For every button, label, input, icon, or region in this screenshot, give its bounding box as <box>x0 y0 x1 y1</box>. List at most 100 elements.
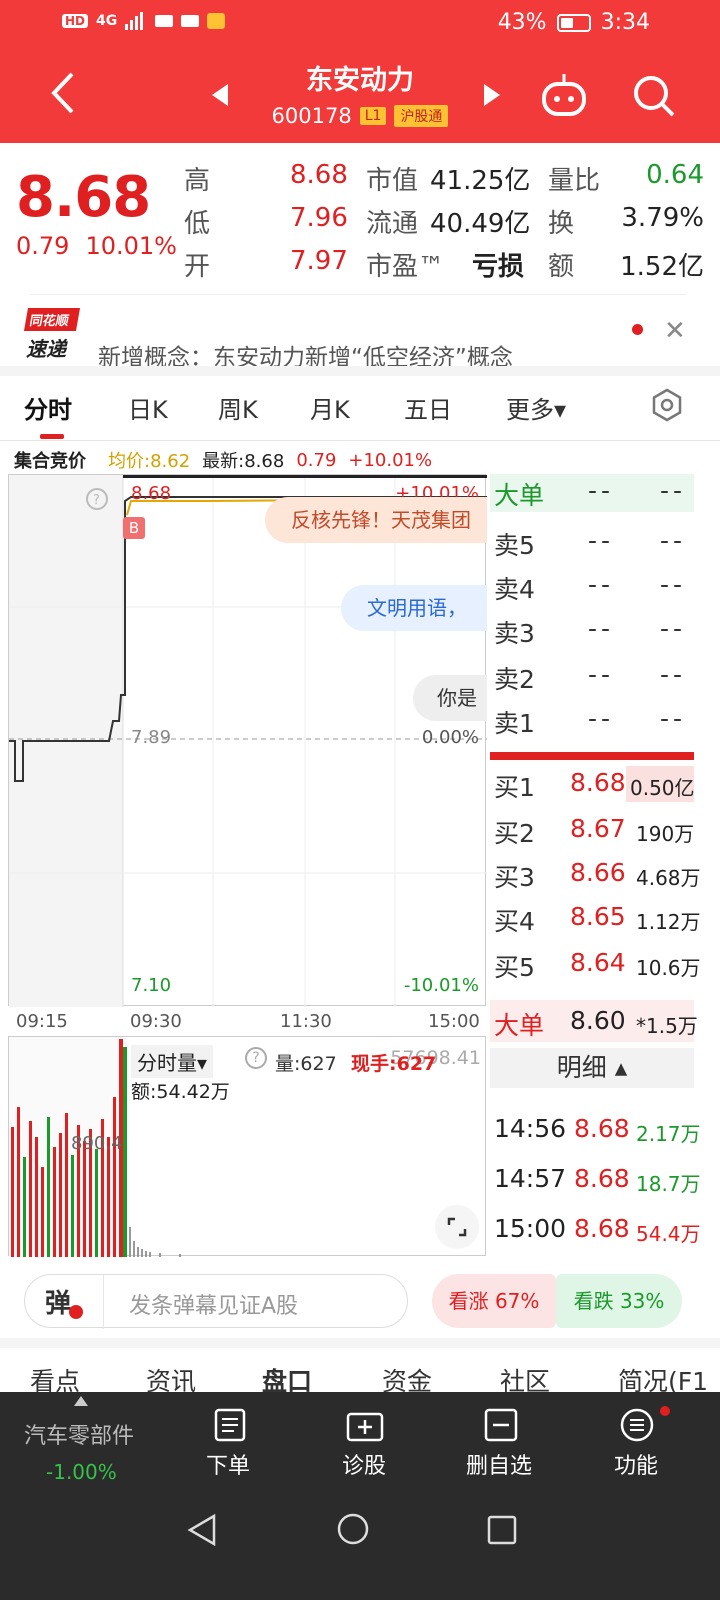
bid-volume: 1.12万 <box>636 910 701 934</box>
detail-tab-label: 明细 ▴ <box>556 1053 628 1082</box>
search-icon[interactable] <box>632 74 676 118</box>
danmu-placeholder: 发条弹幕见证A股 <box>129 1294 299 1319</box>
intraday-volume-bars <box>129 1227 181 1257</box>
ask-volume: -- <box>660 660 687 689</box>
function-button[interactable]: 功能 <box>614 1448 658 1480</box>
app-notification-icon <box>155 15 174 27</box>
intraday-chart[interactable]: ? 8.68 +10.01% 7.89 0.00% 7.10 -10.01% B… <box>8 474 487 1007</box>
market-badge: 沪股通 <box>394 105 449 127</box>
news-logo-top: 同花顺 <box>23 308 81 331</box>
detail-tab[interactable]: 明细 ▴ <box>490 1048 694 1088</box>
battery-level: 43% <box>497 10 547 35</box>
danmu-bubble[interactable]: 文明用语， <box>341 585 487 631</box>
last-price: 8.68 <box>16 165 151 230</box>
tab-daily-k[interactable]: 日K <box>128 390 168 425</box>
bid-price: 8.65 <box>570 902 626 931</box>
bid-volume: 10.6万 <box>636 956 701 980</box>
ask-volume: -- <box>660 704 687 733</box>
diagnose-icon[interactable] <box>346 1408 384 1442</box>
menu-icon[interactable] <box>620 1408 654 1442</box>
ask-price: -- <box>588 660 615 689</box>
divider <box>0 440 720 441</box>
quote-label-high: 高 <box>184 166 211 196</box>
ask-label: 卖5 <box>494 531 535 560</box>
stock-name: 东安动力 <box>306 65 414 96</box>
close-icon[interactable]: ✕ <box>664 316 686 346</box>
level-badge: L1 <box>359 107 387 125</box>
nav-back-icon[interactable] <box>186 1514 218 1546</box>
next-stock-icon[interactable] <box>482 84 500 106</box>
quote-label-low: 低 <box>184 209 211 239</box>
bullish-button[interactable]: 看涨 67% <box>432 1274 556 1328</box>
tab-monthly-k[interactable]: 月K <box>310 390 350 425</box>
tick-time: 15:00 <box>494 1214 567 1243</box>
ask-price: -- <box>588 526 615 555</box>
news-logo: 同花顺 速递 <box>23 308 82 361</box>
tick-price: 8.68 <box>574 1114 630 1143</box>
tab-five-day[interactable]: 五日 <box>404 390 452 425</box>
robot-assistant-icon[interactable] <box>540 72 588 118</box>
volume-amount: 额:54.42万 <box>131 1081 230 1103</box>
sector-change: -1.00% <box>46 1460 117 1484</box>
danmu-bubble[interactable]: 你是 <box>413 675 487 721</box>
bearish-button[interactable]: 看跌 33% <box>556 1274 682 1328</box>
ask-label: 卖2 <box>494 665 535 694</box>
remove-watchlist-button[interactable]: 删自选 <box>466 1448 532 1480</box>
tab-active-indicator <box>40 434 64 439</box>
axis-mid-pct: 0.00% <box>421 727 479 748</box>
quote-value-pe: 亏损 <box>472 252 525 282</box>
settings-icon[interactable] <box>650 388 684 422</box>
fullscreen-icon[interactable] <box>435 1205 479 1249</box>
quote-label-pe: 市盈™ <box>366 252 445 282</box>
nav-home-icon[interactable] <box>336 1512 370 1546</box>
buy-marker[interactable]: B <box>123 517 145 539</box>
hd-badge: HD <box>62 14 89 28</box>
order-icon[interactable] <box>214 1408 246 1442</box>
volume-type-selector[interactable]: 分时量▾ <box>131 1045 214 1078</box>
remove-watchlist-icon[interactable] <box>484 1408 518 1442</box>
tick-price: 8.68 <box>574 1214 630 1243</box>
quote-value-open: 7.97 <box>290 246 348 276</box>
order-button[interactable]: 下单 <box>206 1448 250 1480</box>
ask-volume: -- <box>660 614 687 643</box>
bid-volume: 0.50亿 <box>630 776 695 800</box>
diagnose-button[interactable]: 诊股 <box>342 1448 386 1480</box>
bid-price: 8.66 <box>570 858 626 887</box>
big-order-label: 大单 <box>494 1011 545 1040</box>
volume-chart[interactable]: 分时量▾ ? 量:627 57698.41 现手:627 额:54.42万 89… <box>8 1036 486 1257</box>
bid-label: 买4 <box>494 907 535 936</box>
bid-label: 买3 <box>494 863 535 892</box>
ask-volume: -- <box>660 570 687 599</box>
signal-icon <box>125 12 144 30</box>
axis-low: 7.10 <box>131 975 172 996</box>
auction-change: 0.79 <box>296 449 337 471</box>
app-notification-icon-3 <box>207 13 226 29</box>
tick-volume: 2.17万 <box>636 1122 701 1146</box>
ask-price: -- <box>588 704 615 733</box>
help-icon-glyph: ? <box>93 493 100 508</box>
tab-more[interactable]: 更多▾ <box>506 390 566 425</box>
latest-price: 最新:8.68 <box>202 451 285 472</box>
danmu-bubble[interactable]: 反核先锋！天茂集团 <box>265 497 487 543</box>
sector-name[interactable]: 汽车零部件 <box>24 1418 134 1450</box>
help-icon[interactable]: ? <box>245 1047 267 1069</box>
time-label: 15:00 <box>428 1011 480 1032</box>
danmu-input[interactable]: 弹 发条弹幕见证A股 <box>24 1274 408 1329</box>
tab-intraday[interactable]: 分时 <box>24 390 72 425</box>
quote-label-amount: 额 <box>548 252 575 282</box>
bid-price: 8.67 <box>570 814 626 843</box>
quote-value-mktcap: 41.25亿 <box>430 166 531 196</box>
ask-label: 卖3 <box>494 619 535 648</box>
price-change: 0.79 10.01% <box>16 232 177 260</box>
tab-weekly-k[interactable]: 周K <box>218 390 258 425</box>
nav-recents-icon[interactable] <box>486 1514 518 1546</box>
quote-label-open: 开 <box>184 252 211 282</box>
quote-value-amount: 1.52亿 <box>620 252 704 282</box>
status-left: HD 4G <box>62 12 226 30</box>
prev-stock-icon[interactable] <box>212 84 230 106</box>
quote-label-mktcap: 市值 <box>366 166 419 196</box>
expand-up-icon[interactable] <box>74 1396 88 1406</box>
big-order-b: -- <box>660 476 687 505</box>
section-gap <box>0 1338 720 1348</box>
bid-volume: 4.68万 <box>636 866 701 890</box>
